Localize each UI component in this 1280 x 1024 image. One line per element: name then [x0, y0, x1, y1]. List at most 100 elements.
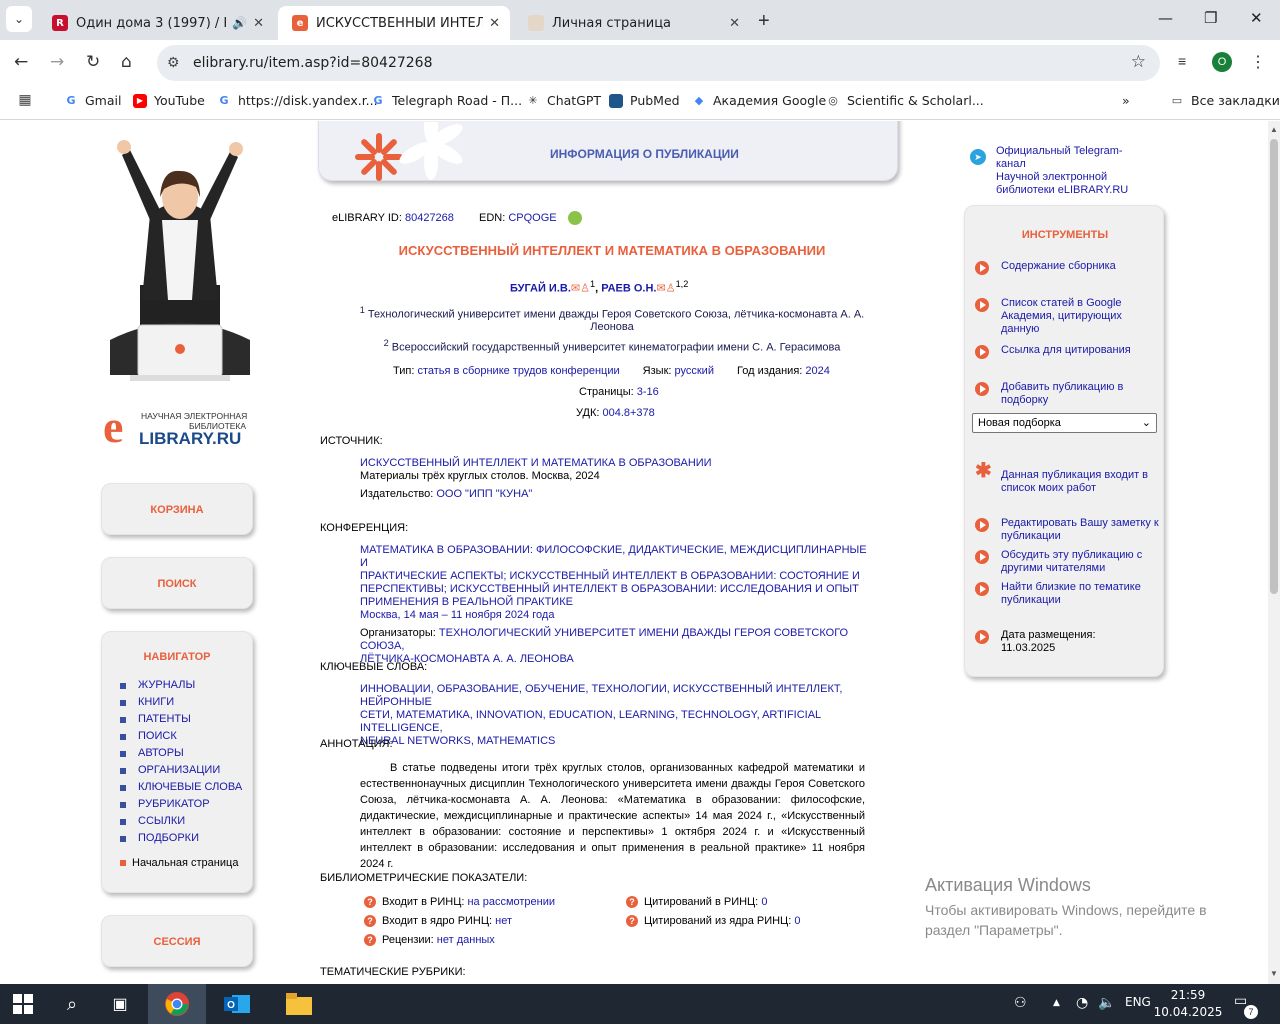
- affiliation-2[interactable]: 2 Всероссийский государственный универси…: [320, 337, 904, 354]
- help-icon[interactable]: ?: [364, 934, 376, 946]
- search-box[interactable]: ПОИСК: [101, 557, 253, 609]
- people-icon[interactable]: ⚇: [1014, 995, 1027, 1011]
- edn-value[interactable]: CPQOGE: [508, 212, 556, 224]
- site-settings-icon[interactable]: ⚙: [167, 54, 180, 71]
- bookmark-gmail[interactable]: G Gmail: [64, 93, 121, 108]
- profile-avatar[interactable]: О: [1212, 52, 1232, 72]
- keywords-block[interactable]: ИННОВАЦИИ, ОБРАЗОВАНИЕ, ОБУЧЕНИЕ, ТЕХНОЛ…: [360, 683, 870, 748]
- arrow-bullet-icon: [975, 518, 989, 532]
- bookmark-scientific[interactable]: ◎ Scientific & Scholarl...: [826, 93, 984, 108]
- minimize-button[interactable]: —: [1158, 9, 1173, 27]
- taskbar-file-explorer[interactable]: [270, 984, 328, 1024]
- bookmarks-bar: ▦ G Gmail ▶ YouTube Ghttps://disk.yandex.r…: [0, 86, 1280, 120]
- nav-item-organizations[interactable]: ОРГАНИЗАЦИИ: [102, 762, 252, 779]
- email-icon[interactable]: ✉: [571, 283, 580, 295]
- elibrary-logo[interactable]: e НАУЧНАЯ ЭЛЕКТРОННАЯ БИБЛИОТЕКА LIBRARY…: [103, 404, 253, 453]
- session-box[interactable]: СЕССИЯ: [101, 915, 253, 967]
- bookmark-yandex-disk[interactable]: Ghttps://disk.yandex.r...: [217, 93, 377, 108]
- affiliation-1[interactable]: 1 Технологический университет имени дваж…: [320, 304, 904, 321]
- qr-code-icon[interactable]: [567, 211, 582, 225]
- network-icon[interactable]: ◔: [1076, 995, 1088, 1011]
- tray-chevron-up-icon[interactable]: ▲: [1053, 998, 1060, 1008]
- help-icon[interactable]: ?: [626, 915, 638, 927]
- author-raev-link[interactable]: РАЕВ О.Н.: [601, 283, 656, 295]
- cart-link[interactable]: КОРЗИНА: [102, 504, 252, 516]
- back-arrow-icon[interactable]: ←: [14, 52, 28, 72]
- metric-reviews: ? Рецензии: нет данных: [364, 934, 495, 946]
- scrollbar-thumb[interactable]: [1270, 139, 1278, 594]
- nav-item-search[interactable]: ПОИСК: [102, 728, 252, 745]
- outlook-icon: O: [224, 995, 250, 1013]
- taskbar-chrome[interactable]: [148, 984, 206, 1024]
- new-tab-button[interactable]: +: [758, 10, 770, 33]
- forward-arrow-icon[interactable]: →: [50, 52, 64, 72]
- asterisk-icon: ✱: [975, 460, 992, 482]
- nav-home-link[interactable]: Начальная страница: [102, 857, 252, 869]
- person-icon[interactable]: ♙: [580, 283, 590, 295]
- email-icon[interactable]: ✉: [656, 283, 665, 295]
- elibrary-id-value[interactable]: 80427268: [405, 212, 454, 224]
- reload-icon[interactable]: ↻: [86, 52, 100, 72]
- help-icon[interactable]: ?: [364, 915, 376, 927]
- address-bar[interactable]: ⚙ elibrary.ru/item.asp?id=80427268 ☆: [157, 45, 1160, 81]
- conference-title-link[interactable]: МАТЕМАТИКА В ОБРАЗОВАНИИ: ФИЛОСОФСКИЕ, Д…: [360, 544, 870, 609]
- cart-box[interactable]: КОРЗИНА: [101, 483, 253, 535]
- help-icon[interactable]: ?: [626, 896, 638, 908]
- tools-panel: ИНСТРУМЕНТЫ Содержание сборника Список с…: [964, 205, 1164, 677]
- volume-icon[interactable]: 🔈: [1098, 995, 1115, 1011]
- nav-item-journals[interactable]: ЖУРНАЛЫ: [102, 677, 252, 694]
- nav-item-keywords[interactable]: КЛЮЧЕВЫЕ СЛОВА: [102, 779, 252, 796]
- nav-item-patents[interactable]: ПАТЕНТЫ: [102, 711, 252, 728]
- media-controls-icon[interactable]: ≡: [1178, 53, 1186, 69]
- tab-close-icon[interactable]: ✕: [723, 16, 740, 31]
- restore-button[interactable]: ❐: [1204, 9, 1217, 27]
- bookmark-pubmed[interactable]: PubMed: [609, 93, 680, 108]
- scroll-up-icon[interactable]: ▲: [1270, 125, 1278, 134]
- session-link[interactable]: СЕССИЯ: [102, 936, 252, 948]
- tab-home-alone[interactable]: R Один дома 3 (1997) / Hom 🔊 ✕: [38, 6, 274, 40]
- bookmark-star-icon[interactable]: ☆: [1131, 52, 1146, 72]
- tab-personal-page[interactable]: Личная страница ✕: [514, 6, 750, 40]
- source-heading: ИСТОЧНИК:: [320, 435, 383, 447]
- url-text[interactable]: elibrary.ru/item.asp?id=80427268: [193, 55, 433, 71]
- more-bookmarks-icon[interactable]: »: [1122, 93, 1130, 108]
- tab-elibrary[interactable]: e ИСКУССТВЕННЫЙ ИНТЕЛЛЕКТ ✕: [278, 6, 510, 40]
- bookmark-chatgpt[interactable]: ✳ ChatGPT: [526, 93, 601, 108]
- person-icon[interactable]: ♙: [666, 283, 676, 295]
- chevron-down-icon: ⌄: [1141, 417, 1151, 429]
- audio-playing-icon[interactable]: 🔊: [232, 16, 247, 30]
- nav-item-books[interactable]: КНИГИ: [102, 694, 252, 711]
- task-view-icon[interactable]: ▣: [98, 984, 142, 1024]
- page-scrollbar[interactable]: ▲ ▼: [1268, 121, 1280, 984]
- tab-close-icon[interactable]: ✕: [483, 16, 500, 31]
- source-title-link[interactable]: ИСКУССТВЕННЫЙ ИНТЕЛЛЕКТ И МАТЕМАТИКА В О…: [360, 457, 712, 469]
- taskbar-outlook[interactable]: O: [208, 984, 266, 1024]
- tab-search-button[interactable]: ⌄: [6, 6, 32, 32]
- bookmark-youtube[interactable]: ▶ YouTube: [133, 93, 205, 108]
- scroll-down-icon[interactable]: ▼: [1270, 969, 1278, 978]
- nav-item-authors[interactable]: АВТОРЫ: [102, 745, 252, 762]
- nav-item-collections[interactable]: ПОДБОРКИ: [102, 830, 252, 847]
- home-icon[interactable]: ⌂: [121, 52, 132, 72]
- nav-item-rubricator[interactable]: РУБРИКАТОР: [102, 796, 252, 813]
- authors-row: БУГАЙ И.В.✉♙1, РАЕВ О.Н.✉♙1,2: [510, 279, 689, 295]
- language-indicator[interactable]: ENG: [1125, 995, 1151, 1009]
- apps-grid-icon[interactable]: ▦: [18, 92, 39, 108]
- nav-item-links[interactable]: ССЫЛКИ: [102, 813, 252, 830]
- help-icon[interactable]: ?: [364, 896, 376, 908]
- search-icon[interactable]: ⌕: [50, 984, 94, 1024]
- search-link[interactable]: ПОИСК: [102, 578, 252, 590]
- taskbar-clock[interactable]: 21:59 10.04.2025: [1150, 987, 1226, 1021]
- collection-select[interactable]: Новая подборка ⌄: [972, 413, 1157, 433]
- type-row: Тип: статья в сборнике трудов конференци…: [393, 365, 830, 377]
- author-bugai-link[interactable]: БУГАЙ И.В.: [510, 283, 571, 295]
- menu-dots-icon[interactable]: ⋮: [1250, 52, 1266, 72]
- start-button[interactable]: [0, 984, 46, 1024]
- close-window-button[interactable]: ✕: [1250, 9, 1263, 27]
- bookmark-telegraph[interactable]: G Telegraph Road - П...: [371, 93, 522, 108]
- all-bookmarks[interactable]: ▭ Все закладки: [1170, 93, 1280, 108]
- publisher-link[interactable]: ООО "ИПП "КУНА": [436, 488, 532, 500]
- tab-close-icon[interactable]: ✕: [247, 16, 264, 31]
- bookmark-google-scholar[interactable]: ◆ Академия Google: [692, 93, 826, 108]
- metric-rinc: ? Входит в РИНЦ: на рассмотрении: [364, 896, 555, 908]
